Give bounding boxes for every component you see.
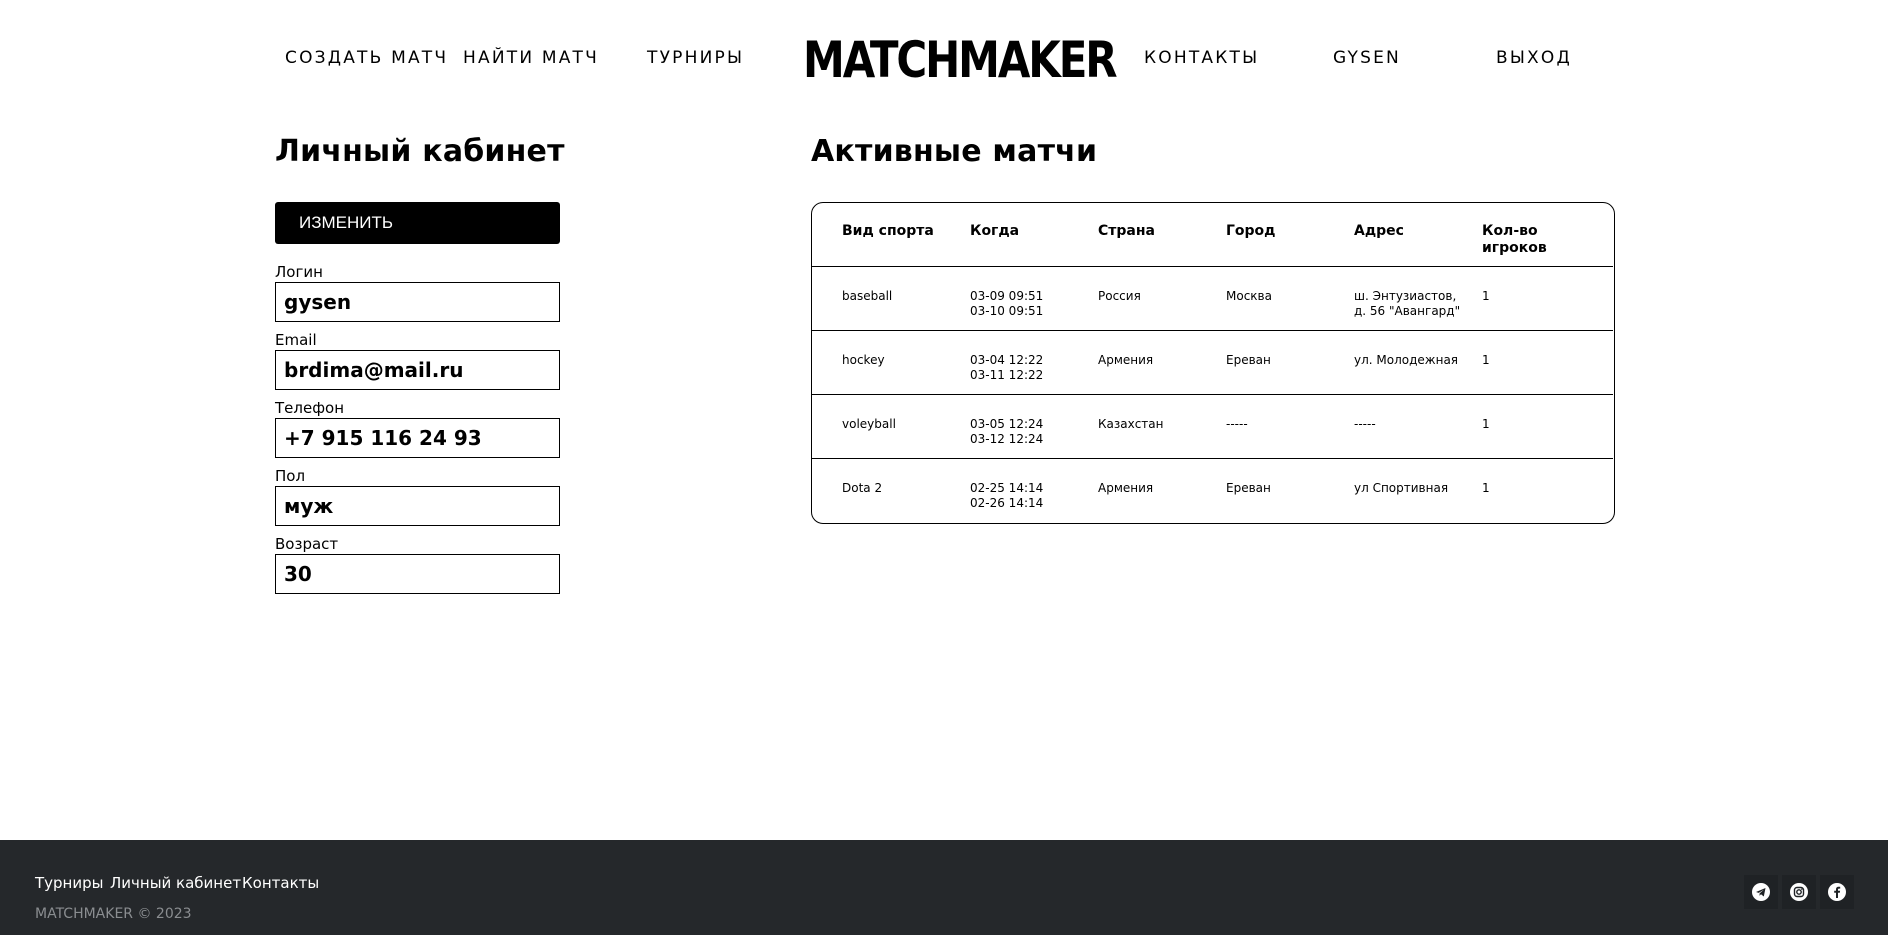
- cell-city: Ереван: [1226, 353, 1271, 367]
- cell-when: 03-05 12:24 03-12 12:24: [970, 417, 1044, 446]
- login-label: Логин: [275, 263, 323, 281]
- nav-user-profile[interactable]: GYSEN: [1333, 48, 1401, 68]
- footer-link-cabinet[interactable]: Личный кабинет: [110, 874, 241, 892]
- facebook-button[interactable]: [1820, 875, 1854, 909]
- age-field[interactable]: [275, 554, 560, 594]
- profile-title: Личный кабинет: [275, 134, 565, 169]
- cell-country: Армения: [1098, 481, 1154, 495]
- table-row[interactable]: hockey 03-04 12:22 03-11 12:22 Армения Е…: [812, 331, 1613, 395]
- login-field[interactable]: [275, 282, 560, 322]
- cell-city: Москва: [1226, 289, 1272, 303]
- facebook-icon: [1828, 883, 1846, 901]
- col-header-country: Страна: [1098, 223, 1155, 239]
- nav-tournaments[interactable]: ТУРНИРЫ: [647, 48, 744, 68]
- gender-field[interactable]: [275, 486, 560, 526]
- table-row[interactable]: baseball 03-09 09:51 03-10 09:51 Россия …: [812, 267, 1613, 331]
- nav-contacts[interactable]: КОНТАКТЫ: [1144, 48, 1259, 68]
- cell-when: 02-25 14:14 02-26 14:14: [970, 481, 1044, 510]
- matches-title: Активные матчи: [811, 134, 1098, 169]
- cell-sport: voleyball: [842, 417, 896, 431]
- cell-sport: baseball: [842, 289, 893, 303]
- phone-field[interactable]: [275, 418, 560, 458]
- cell-address: ул Спортивная: [1354, 481, 1449, 495]
- cell-address: -----: [1354, 417, 1376, 431]
- footer-link-tournaments[interactable]: Турниры: [35, 874, 103, 892]
- footer-link-contacts[interactable]: Контакты: [242, 874, 319, 892]
- cell-sport: Dota 2: [842, 481, 883, 495]
- table-row[interactable]: voleyball 03-05 12:24 03-12 12:24 Казахс…: [812, 395, 1613, 459]
- cell-country: Армения: [1098, 353, 1154, 367]
- cell-players: 1: [1482, 481, 1490, 495]
- col-header-sport: Вид спорта: [842, 223, 934, 239]
- phone-label: Телефон: [275, 399, 345, 417]
- cell-city: Ереван: [1226, 481, 1271, 495]
- col-header-city: Город: [1226, 223, 1276, 239]
- nav-find-match[interactable]: НАЙТИ МАТЧ: [463, 48, 599, 68]
- copyright-text: MATCHMAKER © 2023: [35, 906, 192, 922]
- instagram-icon: [1790, 883, 1808, 901]
- email-label: Email: [275, 331, 317, 349]
- cell-players: 1: [1482, 417, 1490, 431]
- cell-players: 1: [1482, 289, 1490, 303]
- cell-country: Казахстан: [1098, 417, 1164, 431]
- nav-logout[interactable]: ВЫХОД: [1496, 48, 1572, 68]
- cell-address: ш. Энтузиастов, д. 56 "Авангард": [1354, 289, 1461, 318]
- telegram-button[interactable]: [1744, 875, 1778, 909]
- email-field[interactable]: [275, 350, 560, 390]
- table-row[interactable]: Dota 2 02-25 14:14 02-26 14:14 Армения Е…: [812, 459, 1613, 523]
- nav-create-match[interactable]: СОЗДАТЬ МАТЧ: [285, 48, 448, 68]
- cell-players: 1: [1482, 353, 1490, 367]
- cell-sport: hockey: [842, 353, 885, 367]
- cell-country: Россия: [1098, 289, 1141, 303]
- site-header: СОЗДАТЬ МАТЧ НАЙТИ МАТЧ ТУРНИРЫ MATCHMAK…: [0, 0, 1888, 118]
- site-footer: Турниры Личный кабинет Контакты MATCHMAK…: [0, 840, 1888, 935]
- cell-when: 03-09 09:51 03-10 09:51: [970, 289, 1044, 318]
- col-header-when: Когда: [970, 223, 1020, 239]
- age-label: Возраст: [275, 535, 339, 553]
- gender-label: Пол: [275, 467, 306, 485]
- telegram-icon: [1752, 883, 1770, 901]
- cell-city: -----: [1226, 417, 1248, 431]
- col-header-address: Адрес: [1354, 223, 1404, 239]
- cell-address: ул. Молодежная: [1354, 353, 1459, 367]
- edit-profile-button[interactable]: ИЗМЕНИТЬ: [275, 202, 560, 244]
- matches-table: Вид спорта Когда Страна Город Адрес Кол-…: [811, 202, 1615, 524]
- instagram-button[interactable]: [1782, 875, 1816, 909]
- table-header-row: Вид спорта Когда Страна Город Адрес Кол-…: [812, 203, 1613, 267]
- site-logo[interactable]: MATCHMAKER: [803, 30, 1118, 90]
- cell-when: 03-04 12:22 03-11 12:22: [970, 353, 1044, 382]
- col-header-players: Кол-во игроков: [1482, 223, 1547, 256]
